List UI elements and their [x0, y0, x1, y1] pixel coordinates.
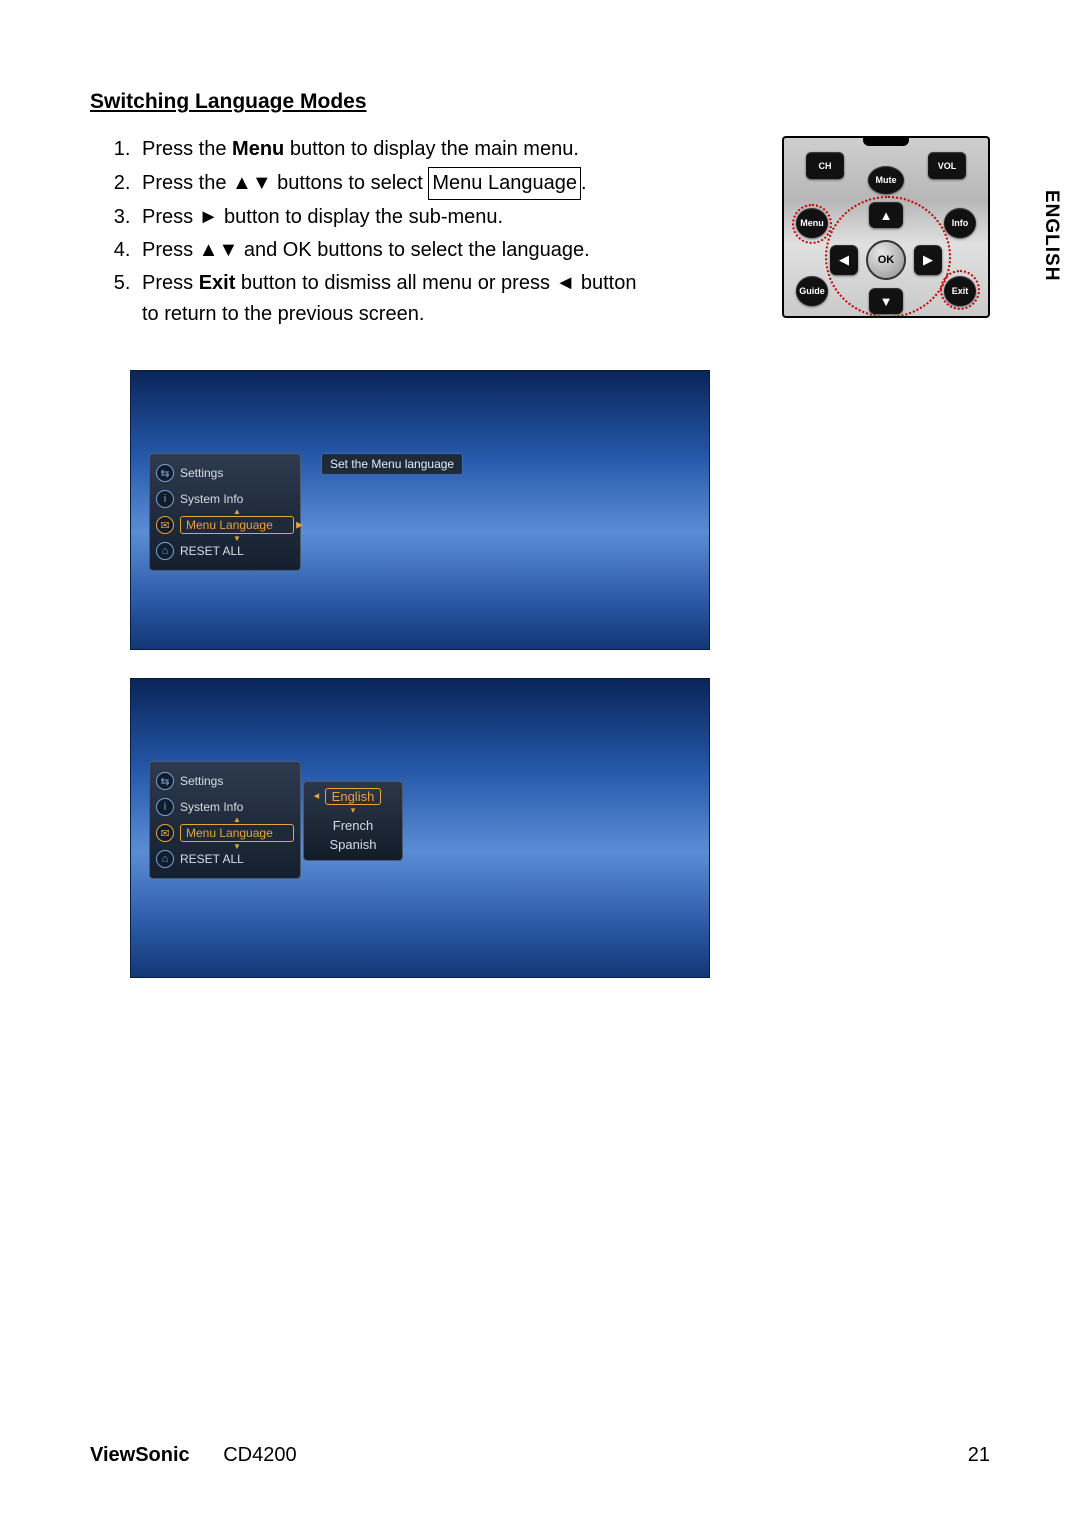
osd-screenshot-2: ⇆ Settings i System Info ✉ Menu Language…	[130, 678, 710, 978]
reset-icon: ⌂	[156, 850, 174, 868]
osd1-label: System Info	[180, 492, 243, 506]
menu-language-box: Menu Language	[428, 167, 581, 200]
osd1-item-system-info: i System Info	[154, 486, 296, 512]
osd-screenshot-1: ⇆ Settings i System Info ✉ Menu Language…	[130, 370, 710, 650]
step-5: Press Exit button to dismiss all menu or…	[136, 268, 650, 330]
highlight-menu-icon	[792, 204, 832, 244]
guide-button: Guide	[796, 276, 828, 306]
osd1-label: Settings	[180, 466, 223, 480]
instruction-steps: Press the Menu button to display the mai…	[90, 134, 650, 330]
osd2-item-menu-language: ✉ Menu Language	[154, 820, 296, 846]
osd2-label: Settings	[180, 774, 223, 788]
highlight-nav-icon	[825, 196, 951, 318]
last-button	[863, 136, 909, 146]
language-option-french: French	[304, 816, 402, 835]
osd1-menu-panel: ⇆ Settings i System Info ✉ Menu Language…	[149, 453, 301, 571]
osd2-menu-panel: ⇆ Settings i System Info ✉ Menu Language…	[149, 761, 301, 879]
step-1: Press the Menu button to display the mai…	[136, 134, 650, 165]
vol-button: VOL	[928, 152, 966, 179]
settings-icon: ⇆	[156, 464, 174, 482]
footer-model: CD4200	[223, 1444, 296, 1466]
language-icon: ✉	[156, 824, 174, 842]
language-option-spanish: Spanish	[304, 835, 402, 854]
reset-icon: ⌂	[156, 542, 174, 560]
osd1-label: RESET ALL	[180, 544, 244, 558]
osd2-item-system-info: i System Info	[154, 794, 296, 820]
osd2-label: RESET ALL	[180, 852, 244, 866]
info-icon: i	[156, 490, 174, 508]
step-2: Press the ▲▼ buttons to select Menu Lang…	[136, 167, 650, 200]
language-option-english: English	[325, 788, 382, 805]
osd2-label: System Info	[180, 800, 243, 814]
osd1-hint: Set the Menu language	[321, 453, 463, 475]
right-indicator-icon: ▶	[296, 520, 303, 531]
osd1-item-reset-all: ⌂ RESET ALL	[154, 538, 296, 564]
mute-button: Mute	[868, 166, 904, 194]
info-icon: i	[156, 798, 174, 816]
settings-icon: ⇆	[156, 772, 174, 790]
remote-illustration: CH VOL Mute Menu Info Guide Exit ▲ ▼ ◀ ▶…	[782, 136, 990, 318]
ch-button: CH	[806, 152, 844, 179]
osd1-item-menu-language: ✉ Menu Language ▶	[154, 512, 296, 538]
osd1-item-settings: ⇆ Settings	[154, 460, 296, 486]
osd2-item-reset-all: ⌂ RESET ALL	[154, 846, 296, 872]
osd2-language-submenu: English French Spanish	[303, 781, 403, 861]
section-title: Switching Language Modes	[90, 90, 990, 114]
highlight-exit-icon	[940, 270, 980, 310]
osd2-label-selected: Menu Language	[180, 824, 294, 842]
osd2-item-settings: ⇆ Settings	[154, 768, 296, 794]
language-tab: ENGLISH	[1040, 190, 1062, 281]
osd1-label-selected: Menu Language ▶	[180, 516, 294, 534]
language-icon: ✉	[156, 516, 174, 534]
step-4: Press ▲▼ and OK buttons to select the la…	[136, 235, 650, 266]
footer-page: 21	[968, 1444, 990, 1467]
footer-brand: ViewSonic	[90, 1444, 190, 1466]
footer: ViewSonic CD4200 21	[90, 1444, 990, 1467]
info-button: Info	[944, 208, 976, 238]
step-3: Press ► button to display the sub-menu.	[136, 202, 650, 233]
